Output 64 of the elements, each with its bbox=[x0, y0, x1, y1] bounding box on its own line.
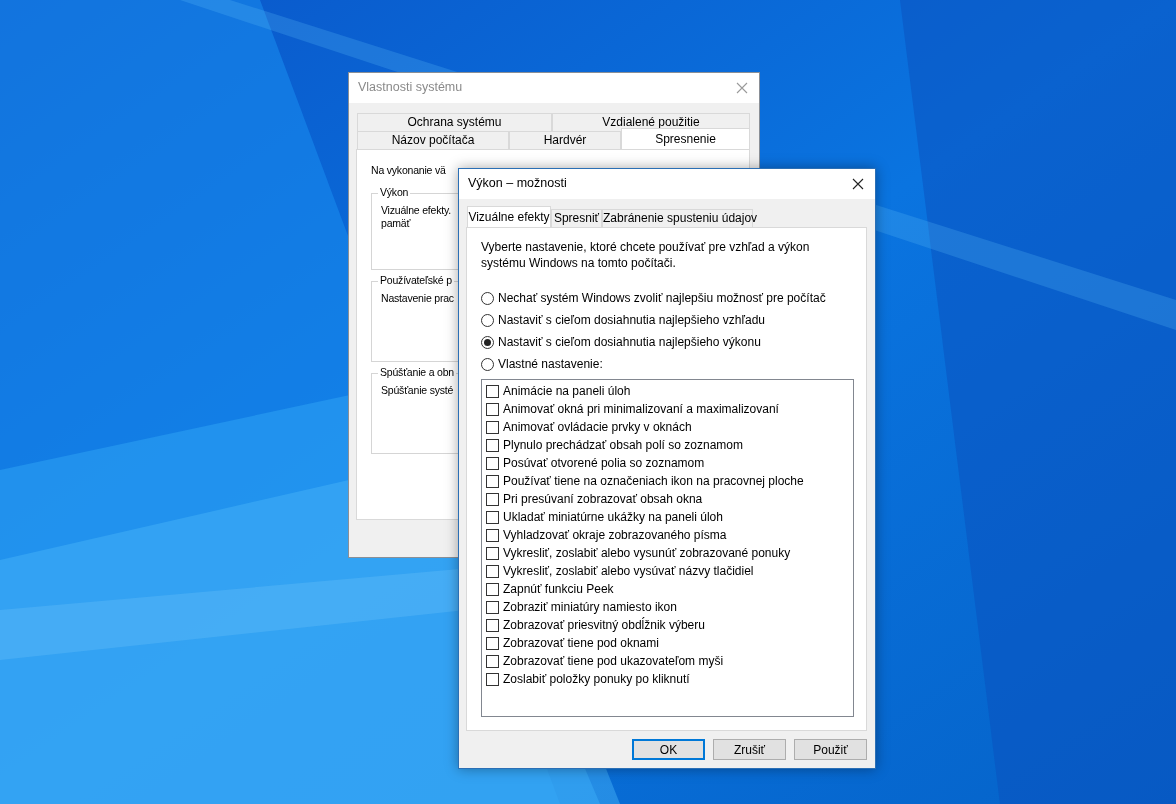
group-text: Vizuálne efekty. bbox=[381, 204, 451, 218]
checkbox[interactable] bbox=[486, 420, 499, 434]
checkbox[interactable] bbox=[486, 654, 499, 668]
checkbox-label[interactable]: Zobrazovať tiene pod ukazovateľom myši bbox=[503, 653, 724, 669]
checkbox-label[interactable]: Vykresliť, zoslabiť alebo vysúvať názvy tlačidiel bbox=[503, 563, 754, 579]
checkbox-label[interactable]: Animovať okná pri minimalizovaní a maximalizovaní bbox=[503, 401, 779, 417]
checkbox-label[interactable]: Plynulo prechádzať obsah polí so zoznamom bbox=[503, 437, 743, 453]
tab[interactable]: Vizuálne efekty bbox=[467, 206, 551, 227]
checkbox[interactable] bbox=[486, 456, 499, 470]
window-title: Výkon – možnosti bbox=[468, 176, 567, 192]
group-title: Používateľské p bbox=[378, 274, 454, 288]
checkbox[interactable] bbox=[486, 438, 499, 452]
checkbox[interactable] bbox=[486, 582, 499, 596]
dialog-button[interactable]: OK bbox=[632, 739, 705, 760]
checkbox[interactable] bbox=[486, 564, 499, 578]
radio-button[interactable] bbox=[481, 335, 494, 349]
checkbox[interactable] bbox=[486, 510, 499, 524]
tab[interactable]: Ochrana systému bbox=[357, 113, 552, 131]
checkbox[interactable] bbox=[486, 618, 499, 632]
window-title: Vlastnosti systému bbox=[358, 80, 463, 96]
dialog-button[interactable]: Zrušiť bbox=[713, 739, 786, 760]
checkbox[interactable] bbox=[486, 528, 499, 542]
checkbox[interactable] bbox=[486, 636, 499, 650]
checkbox[interactable] bbox=[486, 546, 499, 560]
group-text: Nastavenie prac bbox=[381, 292, 454, 306]
tab[interactable]: Spresnenie bbox=[621, 128, 750, 149]
tab[interactable]: Hardvér bbox=[509, 131, 621, 149]
radio-label[interactable]: Nastaviť s cieľom dosiahnutia najlepšieho výkonu bbox=[498, 334, 761, 350]
checkbox-label[interactable]: Zapnúť funkciu Peek bbox=[503, 581, 614, 597]
checkbox[interactable] bbox=[486, 492, 499, 506]
checkbox-label[interactable]: Zobrazovať tiene pod oknami bbox=[503, 635, 659, 651]
tab[interactable]: Názov počítača bbox=[357, 131, 509, 149]
checkbox-label[interactable]: Posúvať otvorené polia so zoznamom bbox=[503, 455, 705, 471]
checkbox-label[interactable]: Animovať ovládacie prvky v oknách bbox=[503, 419, 692, 435]
group-text: pamäť bbox=[381, 217, 411, 231]
radio-button[interactable] bbox=[481, 357, 494, 371]
checkbox-label[interactable]: Zoslabiť položky ponuky po kliknutí bbox=[503, 671, 690, 687]
checkbox[interactable] bbox=[486, 474, 499, 488]
checkbox-label[interactable]: Vykresliť, zoslabiť alebo vysunúť zobrazované ponuky bbox=[503, 545, 791, 561]
close-icon[interactable] bbox=[852, 178, 864, 190]
checkbox-label[interactable]: Používať tiene na označeniach ikon na pracovnej ploche bbox=[503, 473, 804, 489]
intro-text: Na vykonanie vä bbox=[371, 164, 446, 178]
tab[interactable]: Spresniť bbox=[551, 209, 602, 227]
description-text: Vyberte nastavenie, ktoré chcete používať pre vzhľad a výkon systému Windows na tomto počítači. bbox=[481, 239, 811, 271]
group-title: Výkon bbox=[378, 186, 411, 200]
radio-label[interactable]: Nechať systém Windows zvoliť najlepšiu možnosť pre počítač bbox=[498, 290, 826, 306]
checkbox[interactable] bbox=[486, 672, 499, 686]
checkbox-label[interactable]: Animácie na paneli úloh bbox=[503, 383, 631, 399]
checkbox-label[interactable]: Zobraziť miniatúry namiesto ikon bbox=[503, 599, 677, 615]
checkbox[interactable] bbox=[486, 384, 499, 398]
tab[interactable]: Vzdialené použitie bbox=[552, 113, 750, 131]
group-title: Spúšťanie a obn bbox=[378, 366, 456, 380]
radio-label[interactable]: Nastaviť s cieľom dosiahnutia najlepšieho vzhľadu bbox=[498, 312, 765, 328]
checkbox[interactable] bbox=[486, 402, 499, 416]
group-text: Spúšťanie systé bbox=[381, 384, 454, 398]
checkbox-label[interactable]: Zobrazovať priesvitný obdĺžnik výberu bbox=[503, 617, 705, 633]
radio-button[interactable] bbox=[481, 313, 494, 327]
checkbox[interactable] bbox=[486, 600, 499, 614]
checkbox-label[interactable]: Pri presúvaní zobrazovať obsah okna bbox=[503, 491, 703, 507]
checkbox-label[interactable]: Vyhladzovať okraje zobrazovaného písma bbox=[503, 527, 727, 543]
radio-label[interactable]: Vlastné nastavenie: bbox=[498, 356, 603, 372]
radio-button[interactable] bbox=[481, 291, 494, 305]
dialog-button[interactable]: Použiť bbox=[794, 739, 867, 760]
checkbox-label[interactable]: Ukladať miniatúrne ukážky na paneli úloh bbox=[503, 509, 723, 525]
